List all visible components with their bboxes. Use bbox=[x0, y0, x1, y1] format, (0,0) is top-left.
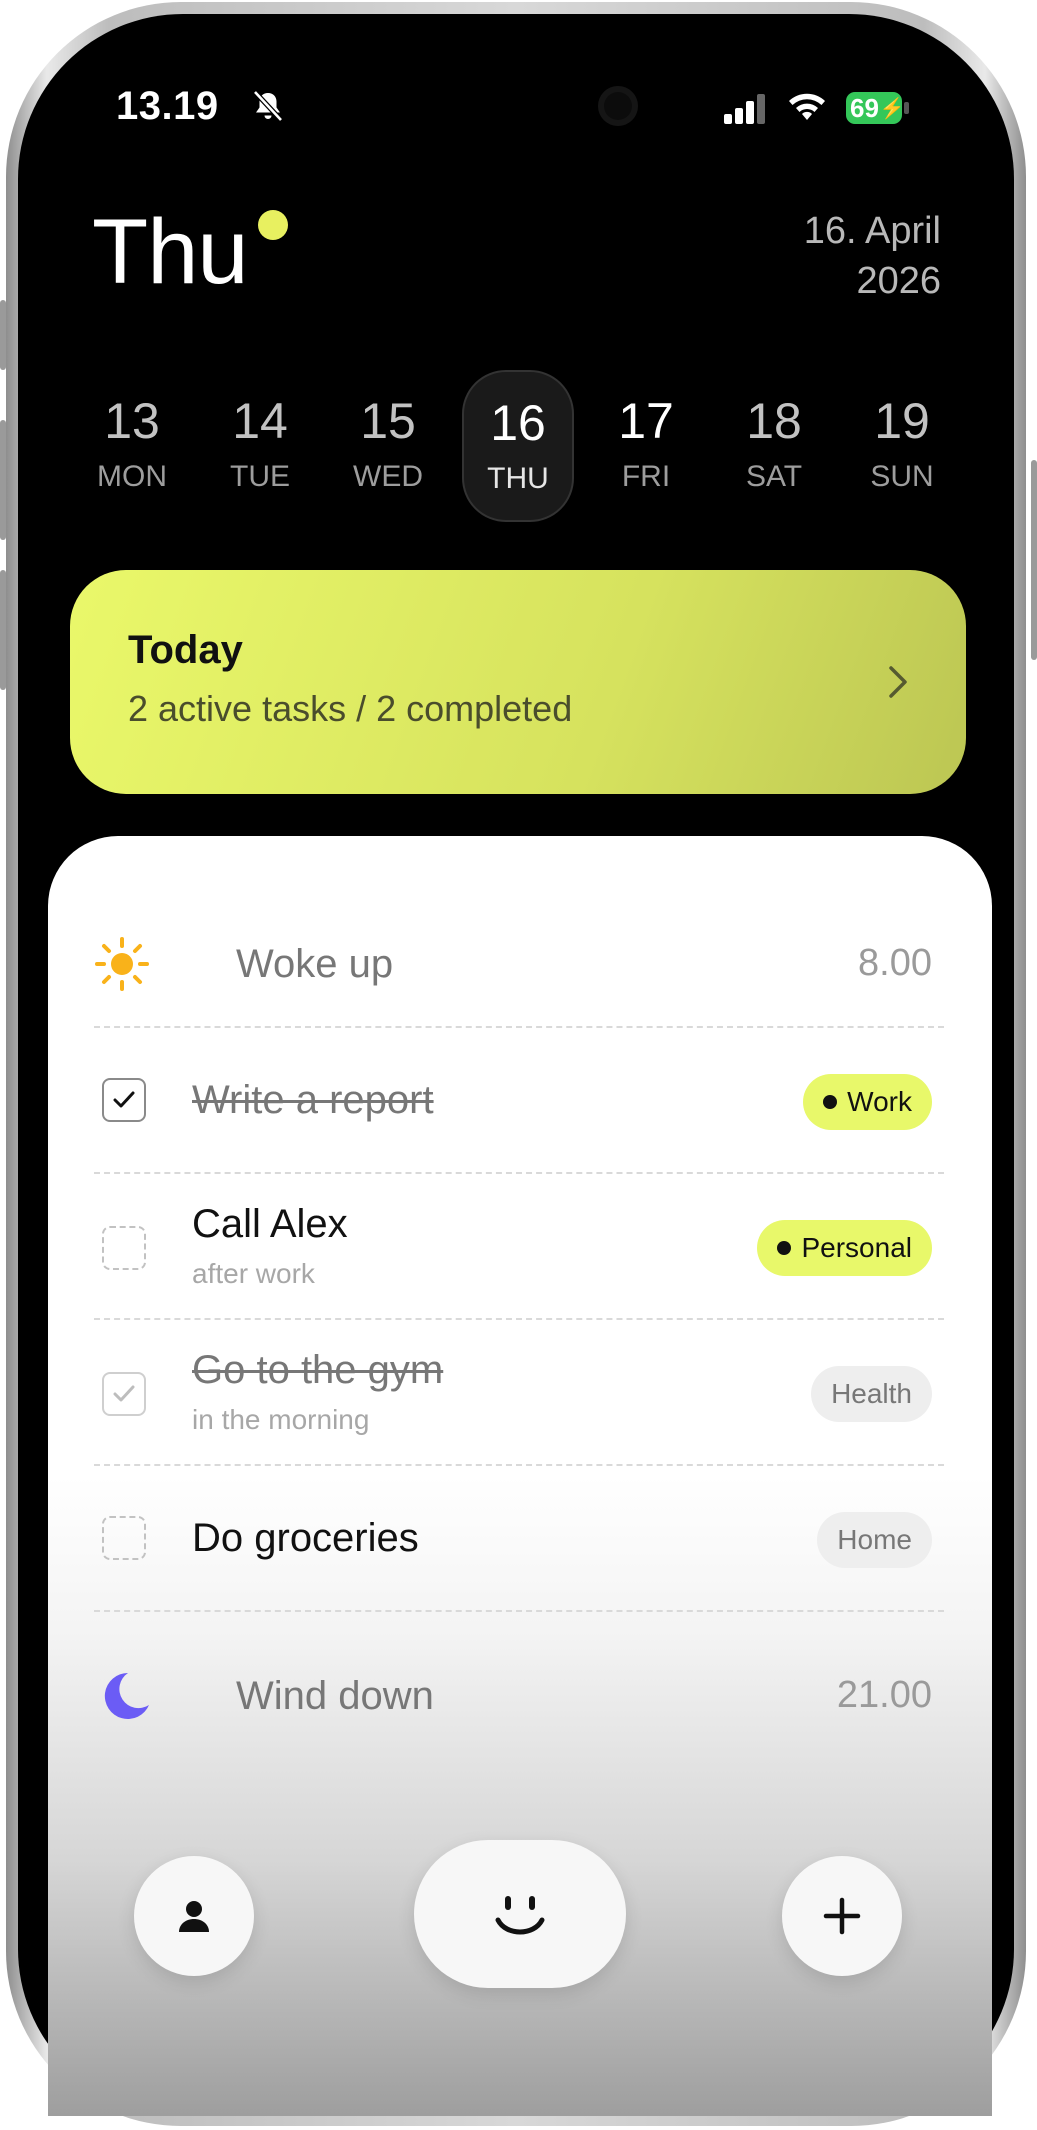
task-title: Write a report bbox=[192, 1078, 434, 1122]
timeline-end-time: 21.00 bbox=[836, 1674, 932, 1716]
person-icon bbox=[179, 1901, 209, 1932]
accent-dot bbox=[258, 210, 288, 240]
day-tue[interactable]: 14 TUE bbox=[204, 370, 316, 522]
task-title: Call Alex bbox=[192, 1202, 348, 1246]
task-tag: Personal bbox=[757, 1220, 932, 1276]
task-row[interactable]: Do groceries Home bbox=[94, 1486, 944, 1590]
date-day-month: 16. April bbox=[803, 210, 941, 252]
timeline-end-label: Wind down bbox=[236, 1674, 434, 1718]
day-sat[interactable]: 18 SAT bbox=[718, 370, 830, 522]
today-summary-card[interactable]: Today 2 active tasks / 2 completed bbox=[70, 570, 966, 794]
divider bbox=[94, 1464, 944, 1466]
day-number: 16 bbox=[490, 395, 546, 451]
cellular-signal-icon bbox=[724, 94, 765, 124]
battery-indicator: 69 ⚡ bbox=[846, 92, 910, 124]
day-number: 13 bbox=[104, 393, 160, 449]
battery-level: 69 bbox=[850, 92, 879, 123]
day-of-week: THU bbox=[487, 462, 549, 495]
timeline-start-row: Woke up 8.00 bbox=[94, 924, 944, 1004]
task-checkbox[interactable] bbox=[102, 1078, 146, 1122]
task-tag: Work bbox=[803, 1074, 932, 1130]
tag-label: Home bbox=[837, 1524, 912, 1555]
day-mon[interactable]: 13 MON bbox=[76, 370, 188, 522]
wifi-icon bbox=[789, 93, 825, 120]
day-number: 17 bbox=[618, 393, 674, 449]
task-tag: Health bbox=[811, 1366, 932, 1422]
task-checkbox[interactable] bbox=[102, 1516, 146, 1560]
today-card-subtitle: 2 active tasks / 2 completed bbox=[128, 688, 573, 729]
tag-label: Personal bbox=[801, 1232, 912, 1263]
tag-dot bbox=[823, 1095, 838, 1109]
day-wed[interactable]: 15 WED bbox=[332, 370, 444, 522]
profile-button[interactable] bbox=[134, 1856, 254, 1976]
day-number: 15 bbox=[360, 393, 416, 449]
task-title: Do groceries bbox=[192, 1516, 419, 1560]
task-title: Go to the gym bbox=[192, 1348, 444, 1392]
divider bbox=[94, 1026, 944, 1028]
week-strip: 13 MON 14 TUE 15 WED 16 THU 17 FRI 18 SAT 19 SU… bbox=[72, 370, 968, 522]
task-row[interactable]: Go to the gym in the morning Health bbox=[94, 1338, 944, 1450]
tag-label: Health bbox=[831, 1378, 912, 1409]
day-of-week: MON bbox=[97, 460, 167, 493]
divider bbox=[94, 1610, 944, 1612]
action-button bbox=[0, 300, 6, 370]
task-row[interactable]: Call Alex after work Personal bbox=[94, 1192, 944, 1304]
check-icon bbox=[113, 1385, 135, 1402]
timeline-end-row: Wind down 21.00 bbox=[94, 1656, 944, 1736]
volume-up-button bbox=[0, 420, 6, 540]
timeline-start-time: 8.00 bbox=[858, 942, 932, 984]
tag-dot bbox=[777, 1241, 792, 1255]
moon-icon bbox=[104, 1672, 149, 1719]
status-time: 13.19 bbox=[116, 84, 219, 128]
sun-icon bbox=[95, 937, 149, 991]
task-subtitle: after work bbox=[192, 1258, 315, 1289]
date-year: 2026 bbox=[856, 260, 941, 302]
smiley-icon bbox=[495, 1896, 545, 1935]
divider bbox=[94, 1318, 944, 1320]
add-task-button[interactable] bbox=[782, 1856, 902, 1976]
today-card-title: Today bbox=[128, 628, 243, 672]
day-title: Thu bbox=[92, 201, 249, 303]
day-fri[interactable]: 17 FRI bbox=[590, 370, 702, 522]
bell-muted-icon bbox=[253, 90, 283, 122]
task-row[interactable]: Write a report Work bbox=[94, 1050, 944, 1154]
volume-down-button bbox=[0, 570, 6, 690]
charging-bolt-icon: ⚡ bbox=[879, 97, 905, 120]
divider bbox=[94, 1172, 944, 1174]
day-number: 19 bbox=[874, 393, 930, 449]
front-camera bbox=[598, 86, 638, 126]
check-icon bbox=[113, 1091, 135, 1108]
tag-label: Work bbox=[847, 1086, 912, 1117]
day-number: 18 bbox=[746, 393, 802, 449]
day-of-week: FRI bbox=[621, 460, 671, 493]
timeline-start-label: Woke up bbox=[236, 942, 394, 986]
plus-icon bbox=[823, 1897, 861, 1935]
mood-button[interactable] bbox=[414, 1840, 626, 1988]
task-checkbox[interactable] bbox=[102, 1372, 146, 1416]
day-of-week: SUN bbox=[870, 460, 934, 493]
day-thu-selected[interactable]: 16 THU bbox=[462, 370, 574, 522]
task-checkbox[interactable] bbox=[102, 1226, 146, 1270]
chevron-right-icon bbox=[889, 666, 907, 698]
day-sun[interactable]: 19 SUN bbox=[846, 370, 958, 522]
task-tag: Home bbox=[817, 1512, 932, 1568]
timeline-panel: Woke up 8.00 Write a report Work Call Al… bbox=[48, 836, 992, 2116]
task-subtitle: in the morning bbox=[192, 1404, 370, 1435]
power-button bbox=[1031, 460, 1037, 660]
day-of-week: WED bbox=[353, 460, 423, 493]
day-of-week: SAT bbox=[745, 460, 803, 493]
day-number: 14 bbox=[232, 393, 288, 449]
day-of-week: TUE bbox=[230, 460, 290, 493]
